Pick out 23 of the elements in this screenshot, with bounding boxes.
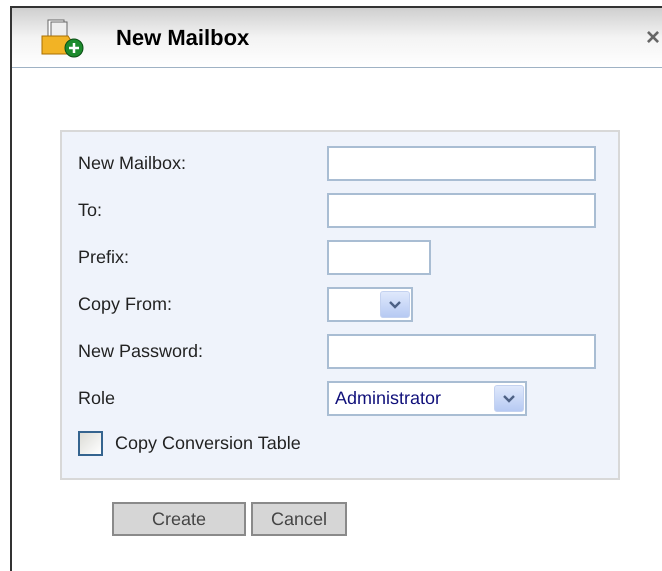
field-label: Prefix: [78,246,130,269]
dropdown-button[interactable] [494,385,524,412]
checkbox[interactable] [78,431,103,456]
field-label: Copy From: [78,293,174,316]
field-label: New Mailbox: [78,152,188,175]
text-field[interactable] [327,146,596,181]
field-label: New Password: [78,340,204,363]
dropdown-button[interactable] [380,291,410,318]
mailbox-add-icon [40,18,86,58]
cancel-button[interactable]: Cancel [251,502,347,536]
chevron-down-icon [503,394,515,402]
text-field[interactable] [327,193,596,228]
window-title: New Mailbox [116,24,250,52]
text-field[interactable] [327,334,596,369]
close-button[interactable]: × [646,20,660,56]
select-field[interactable]: Administrator [327,381,527,416]
chevron-down-icon [389,300,401,308]
field-label: To: [78,199,104,222]
text-field[interactable] [327,240,431,275]
create-button[interactable]: Create [112,502,246,536]
field-label: Role [78,387,116,410]
select-field[interactable] [327,287,413,322]
checkbox-label: Copy Conversion Table [115,432,301,455]
